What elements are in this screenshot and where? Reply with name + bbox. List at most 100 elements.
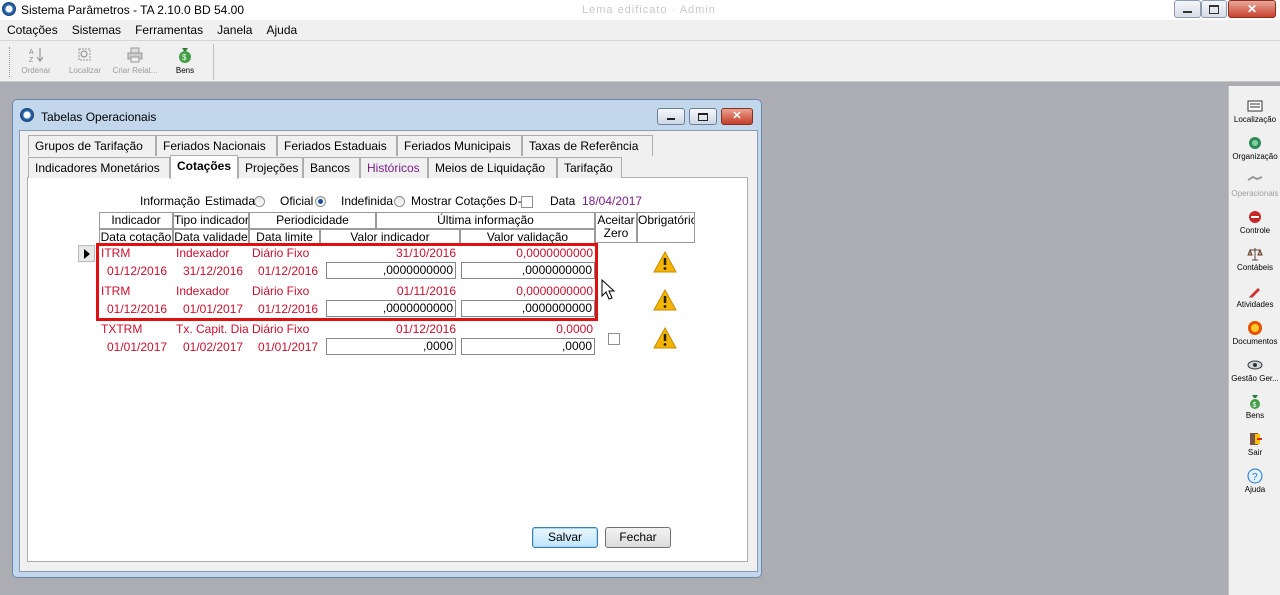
mostrar-cotacoes-checkbox[interactable] (521, 196, 533, 208)
title-bar: Sistema Parâmetros - TA 2.10.0 BD 54.00 … (0, 0, 1280, 20)
sidebar-item-bens[interactable]: $ Bens (1229, 391, 1280, 427)
indicador-cell: TXTRM (101, 322, 143, 336)
tab-grupos-de-tarifacao[interactable]: Grupos de Tarifação (28, 135, 156, 156)
warning-icon (653, 327, 677, 349)
sidebar-item-ajuda[interactable]: ? Ajuda (1229, 465, 1280, 501)
sort-label: Ordenar (21, 66, 51, 75)
dialog-restore-button[interactable] (689, 108, 717, 125)
header-tipo-indicador[interactable]: Tipo indicador (173, 212, 249, 229)
minimize-icon (1183, 11, 1192, 13)
indefinida-label: Indefinida (341, 194, 394, 208)
indefinida-radio[interactable] (394, 196, 405, 207)
restore-button[interactable] (1201, 0, 1227, 18)
warning-icon (653, 251, 677, 273)
create-report-button[interactable]: Criar Relat... (110, 46, 160, 78)
current-row-indicator (78, 245, 95, 262)
sidebar-item-atividades[interactable]: Atividades (1229, 280, 1280, 316)
oficial-label: Oficial (280, 194, 314, 208)
printer-icon (127, 47, 143, 63)
sidebar-item-gestao[interactable]: Gestão Ger... (1229, 354, 1280, 390)
tab-indicadores-monetarios[interactable]: Indicadores Monetários (28, 157, 170, 178)
header-data-limite[interactable]: Data limite (249, 229, 320, 244)
restore-icon (1209, 4, 1219, 14)
estimada-radio[interactable] (254, 196, 265, 207)
data-limite-cell: 01/01/2017 (258, 340, 319, 354)
header-aceitar-zero[interactable]: Aceitar Zero (595, 212, 637, 243)
close-dialog-button[interactable]: Fechar (605, 527, 671, 548)
find-label: Localizar (68, 66, 101, 75)
header-data-cotacao[interactable]: Data cotação (99, 229, 173, 244)
header-valor-validacao[interactable]: Valor validação (460, 229, 595, 244)
data-value: 18/04/2017 (582, 194, 643, 208)
exit-door-icon (1250, 433, 1262, 445)
menu-ajuda[interactable]: Ajuda (259, 20, 304, 40)
sidebar-item-contabeis[interactable]: Contábeis (1229, 243, 1280, 279)
aceitar-zero-checkbox[interactable] (608, 333, 620, 345)
sidebar-label-organizacao: Organização (1232, 152, 1278, 161)
toolbar-separator (213, 44, 214, 80)
valor-validacao-input[interactable]: ,0000 (461, 338, 595, 355)
sort-button[interactable]: AZ Ordenar (11, 46, 61, 78)
pen-icon (1249, 288, 1260, 298)
sidebar-label-bens: Bens (1245, 411, 1265, 420)
menu-sistemas[interactable]: Sistemas (65, 20, 128, 40)
tab-tarifacao[interactable]: Tarifação (557, 157, 622, 178)
find-button[interactable]: Localizar (60, 46, 110, 78)
header-periodicidade[interactable]: Periodicidade (249, 212, 376, 229)
tab-feriados-estaduais[interactable]: Feriados Estaduais (277, 135, 397, 156)
close-button[interactable]: ✕ (1228, 0, 1276, 18)
ghost-title-text: Lema edificato · Admin (582, 4, 716, 16)
sidebar-item-controle[interactable]: Controle (1229, 206, 1280, 242)
sidebar-item-operacionais[interactable]: Operacionais (1229, 169, 1280, 205)
keyboard-icon (1247, 100, 1263, 112)
control-icon (1249, 211, 1261, 223)
bens-button[interactable]: $ Bens (160, 46, 210, 78)
menu-cotacoes[interactable]: Cotações (0, 20, 65, 40)
create-report-label: Criar Relat... (112, 66, 158, 75)
eye-icon (1247, 360, 1263, 370)
sidebar-item-documentos[interactable]: Documentos (1229, 317, 1280, 353)
sidebar-label-operacionais: Operacionais (1231, 189, 1279, 198)
find-icon (78, 48, 91, 61)
close-icon: ✕ (1246, 2, 1258, 16)
tab-bancos[interactable]: Bancos (303, 157, 360, 178)
dialog-title: Tabelas Operacionais (41, 110, 157, 124)
header-obrigatorio[interactable]: Obrigatório (637, 212, 695, 243)
window-title: Sistema Parâmetros - TA 2.10.0 BD 54.00 (21, 3, 244, 17)
restore-icon (698, 112, 708, 121)
toolbar: AZ Ordenar Localizar Criar Relat... $ Be… (0, 41, 1280, 82)
tab-cotacoes[interactable]: Cotações (170, 155, 238, 179)
sidebar-item-sair[interactable]: Sair (1229, 428, 1280, 464)
sidebar-label-contabeis: Contábeis (1236, 263, 1274, 272)
help-icon: ? (1247, 468, 1263, 484)
sidebar-label-atividades: Atividades (1236, 300, 1274, 309)
mostrar-cotacoes-label: Mostrar Cotações D-0 (411, 194, 529, 208)
svg-text:?: ? (1252, 472, 1258, 483)
menu-janela[interactable]: Janela (210, 20, 259, 40)
sidebar-item-localizacao[interactable]: Localização (1229, 95, 1280, 131)
minimize-button[interactable] (1174, 0, 1201, 18)
header-valor-indicador[interactable]: Valor indicador (320, 229, 460, 244)
save-button[interactable]: Salvar (532, 527, 598, 548)
menu-ferramentas[interactable]: Ferramentas (128, 20, 210, 40)
tab-projecoes[interactable]: Projeções (238, 157, 303, 178)
tab-historicos[interactable]: Históricos (360, 157, 428, 178)
sidebar-item-organizacao[interactable]: Organização (1229, 132, 1280, 168)
valor-indicador-input[interactable]: ,0000 (326, 338, 456, 355)
header-ultima-informacao[interactable]: Última informação (376, 212, 595, 229)
dialog-close-button[interactable]: ✕ (721, 108, 753, 125)
oficial-radio[interactable] (315, 196, 326, 207)
table-row[interactable]: TXTRM Tx. Capit. Dia L Diário Fixo 01/12… (96, 319, 696, 357)
tab-feriados-nacionais[interactable]: Feriados Nacionais (156, 135, 277, 156)
tab-feriados-municipais[interactable]: Feriados Municipais (397, 135, 522, 156)
data-cotacao-cell: 01/01/2017 (107, 340, 168, 354)
header-data-validade[interactable]: Data validade (173, 229, 249, 244)
right-sidebar: Localização Organização Operacionais Con… (1228, 86, 1280, 595)
tab-meios-de-liquidacao[interactable]: Meios de Liquidação (428, 157, 557, 178)
header-indicador[interactable]: Indicador (99, 212, 173, 229)
dialog-minimize-button[interactable] (657, 108, 685, 125)
tab-taxas-de-referencia[interactable]: Taxas de Referência (522, 135, 653, 156)
data-validade-cell: 01/02/2017 (183, 340, 244, 354)
ultima-data-cell: 01/12/2016 (395, 322, 456, 336)
globe-icon (1249, 137, 1261, 149)
